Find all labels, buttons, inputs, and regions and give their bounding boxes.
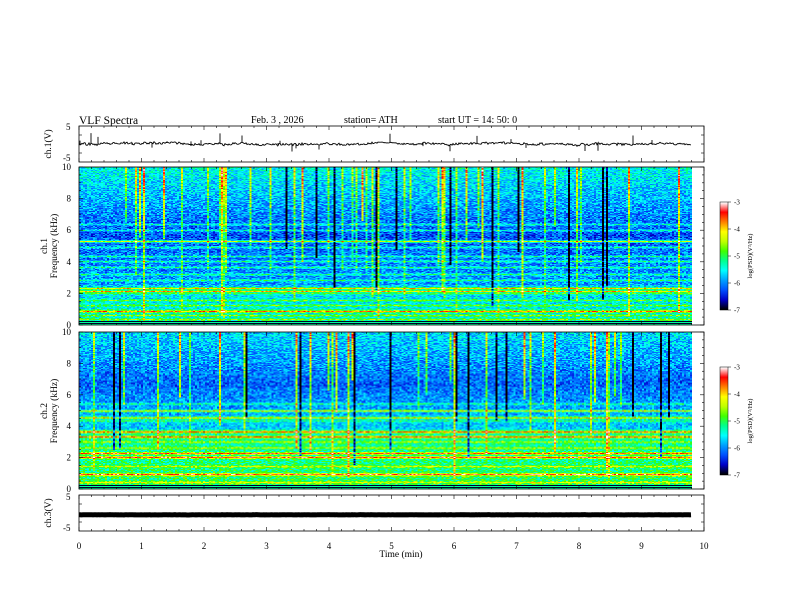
ch1-colorbar-tick--3: -3 (734, 199, 740, 207)
ch2-ytick-8: 8 (67, 358, 72, 368)
figure-title: VLF Spectra (79, 115, 138, 127)
time-tick-1: 1 (139, 541, 144, 551)
time-tick-8: 8 (577, 541, 582, 551)
ch1-colorbar-tick--6: -6 (734, 280, 740, 288)
ch2-colorbar-tick--5: -5 (734, 418, 740, 426)
ch2-colorbar-tick--3: -3 (734, 364, 740, 372)
time-tick-6: 6 (452, 541, 457, 551)
time-tick-7: 7 (514, 541, 519, 551)
ch2-ytick-4: 4 (67, 421, 72, 431)
ch1-ytick-5: 5 (66, 122, 71, 132)
ch3-ytick-neg5: -5 (63, 523, 71, 533)
ch2-colorbar-tick--7: -7 (734, 472, 740, 480)
ch1-ytick-6: 6 (67, 225, 72, 235)
ch1-colorbar-label: log(PSD)(V²/Hz) (747, 234, 754, 279)
ch1-ytick-4: 4 (67, 257, 72, 267)
ch1-colorbar-tick--7: -7 (734, 307, 740, 315)
ch1-ylabel-frequency: Frequency (kHz) (49, 214, 60, 279)
time-tick-9: 9 (639, 541, 644, 551)
ch2-colorbar-label: log(PSD)(V²/Hz) (747, 399, 754, 444)
time-tick-3: 3 (264, 541, 269, 551)
ch2-ytick-10: 10 (62, 327, 72, 337)
ch2-spectrogram-panel: 1086420 ch.2 Frequency (kHz) -3-4-5-6-7 … (40, 327, 754, 494)
ch3-waveform-panel: 5 -5 ch.3(V) (43, 492, 705, 533)
ch1-waveform-trace (78, 133, 692, 152)
ch3-ylabel: ch.3(V) (43, 498, 54, 527)
ch1-colorbar-tick--5: -5 (734, 253, 740, 261)
start-time-label: start UT = 14: 50: 0 (438, 115, 517, 126)
ch1-ylabel-channel: ch.1 (40, 238, 50, 254)
ch2-colorbar-tick--4: -4 (734, 391, 740, 399)
time-axis-label: Time (min) (379, 549, 422, 560)
ch2-colorbar-gradient (720, 367, 728, 475)
station-label: station= ATH (344, 115, 398, 126)
ch2-ylabel-channel: ch.2 (40, 403, 50, 419)
ch2-ylabel-frequency: Frequency (kHz) (49, 379, 60, 444)
ch2-colorbar-tick--6: -6 (734, 445, 740, 453)
ch2-spectrogram-image (79, 332, 692, 489)
date-label: Feb. 3 , 2026 (251, 115, 304, 126)
vlf-spectra-figure: VLF Spectra Feb. 3 , 2026 station= ATH s… (40, 115, 754, 560)
time-tick-4: 4 (327, 541, 332, 551)
time-tick-2: 2 (202, 541, 207, 551)
ch1-ytick-8: 8 (67, 194, 72, 204)
ch1-spectrogram-image (79, 167, 692, 325)
ch1-colorbar-tick--4: -4 (734, 226, 740, 234)
ch1-waveform-panel: 5 -5 ch.1(V) (43, 122, 705, 163)
ch1-ytick-2: 2 (67, 288, 72, 298)
ch1-spectrogram-panel: 1086420 ch.1 Frequency (kHz) -3-4-5-6-7 … (40, 162, 754, 330)
ch1-colorbar-gradient (720, 202, 728, 310)
time-tick-10: 10 (700, 541, 710, 551)
time-tick-0: 0 (77, 541, 82, 551)
ch3-ytick-5: 5 (66, 492, 71, 502)
ch2-ytick-2: 2 (67, 453, 72, 463)
ch2-ytick-6: 6 (67, 390, 72, 400)
ch1-ytick-10: 10 (62, 162, 72, 172)
ch1-ylabel: ch.1(V) (43, 129, 54, 158)
